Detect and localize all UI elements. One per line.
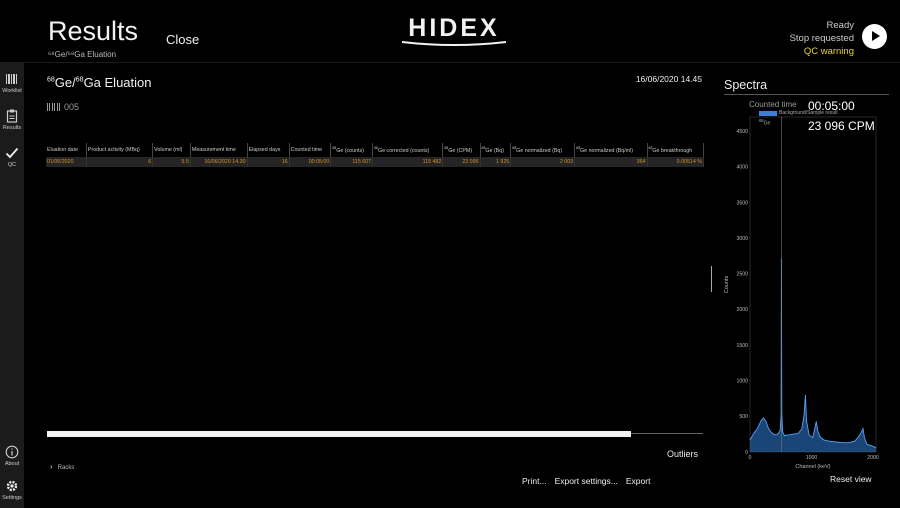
- sidebar-item-label: QC: [7, 162, 17, 168]
- y-tick-label: 500: [739, 414, 748, 420]
- column-header[interactable]: Volume (ml): [152, 143, 191, 157]
- sidebar-item-worklist[interactable]: Worklist: [0, 72, 24, 94]
- sidebar-item-label: Worklist: [2, 88, 22, 94]
- y-tick-label: 2000: [736, 307, 748, 313]
- table-cell: 16/06/2020 14.30: [190, 157, 248, 167]
- y-tick-label: 2500: [736, 272, 748, 278]
- sidebar-item-qc[interactable]: QC: [0, 146, 24, 168]
- table-cell: 2 003: [510, 157, 576, 167]
- spectrum-area: [750, 258, 876, 452]
- column-header[interactable]: Elapsed days: [247, 143, 290, 157]
- legend-swatch: [759, 111, 777, 116]
- legend-label: Background/Sample result: [779, 110, 838, 116]
- column-header[interactable]: 68Ge normalized (Bq/ml): [574, 143, 648, 157]
- table-cell: 01/06/2020: [46, 157, 87, 167]
- plot-frame: [749, 116, 877, 453]
- table-cell: 5.5: [152, 157, 191, 167]
- export-button[interactable]: Export: [626, 476, 651, 486]
- sidebar-item-label: Results: [2, 125, 22, 131]
- header-bar: Results ⁶⁸Ge/⁶⁸Ga Eluation Close HIDEX R…: [0, 0, 900, 62]
- barcode-icon: [6, 74, 17, 84]
- sidebar: Worklist Results QC About Settings: [0, 62, 24, 508]
- sidebar-item-label: Settings: [2, 495, 22, 501]
- spectrum-line: [749, 258, 877, 449]
- barcode-text: 005: [64, 102, 80, 112]
- table-cell: 6: [86, 157, 154, 167]
- checkmark-icon: [5, 147, 19, 159]
- table-cell: 115 607: [330, 157, 374, 167]
- table-cell: 23 096: [442, 157, 481, 167]
- outliers-button[interactable]: Outliers: [667, 449, 698, 459]
- counted-time-label: Counted time: [749, 100, 797, 109]
- table-header-row: Eluation date Product activity (MBq) Volum…: [46, 143, 704, 157]
- panel-splitter[interactable]: [711, 266, 712, 292]
- status-area: Ready Stop requested QC warning: [790, 19, 854, 58]
- page-title: Results: [48, 16, 139, 46]
- table-cell: 16: [247, 157, 290, 167]
- y-tick-label: 3000: [736, 236, 748, 242]
- progress-bar-fill: [47, 431, 631, 437]
- spectra-panel: Spectra 0 500 1000 1500 2000 2500 3000 3500 4000…: [711, 62, 900, 508]
- column-header[interactable]: Counted time: [289, 143, 332, 157]
- x-axis-label: Channel (keV): [795, 464, 830, 470]
- table-cell: 115 482: [372, 157, 444, 167]
- print-button[interactable]: Print...: [522, 476, 547, 486]
- gear-icon: [6, 480, 18, 492]
- play-button[interactable]: [862, 24, 887, 49]
- status-qc-warning: QC warning: [803, 46, 854, 57]
- x-tick-label: 0: [749, 455, 752, 461]
- column-header[interactable]: Product activity (MBq): [86, 143, 154, 157]
- column-header[interactable]: Measurement time: [190, 143, 248, 157]
- status-stop-requested: Stop requested: [789, 33, 854, 44]
- barcode-icon: [47, 103, 60, 111]
- logo-text: HIDEX: [408, 14, 499, 42]
- column-header[interactable]: 68Ge (CPM): [442, 143, 481, 157]
- x-tick-label: 1000: [806, 455, 818, 461]
- column-header[interactable]: 68Ge normalized (Bq): [510, 143, 576, 157]
- content-title: 68Ge/68Ga Eluation: [47, 75, 152, 90]
- measurement-date: 16/06/2020 14.45: [635, 74, 702, 84]
- table-cell: 1 925: [480, 157, 512, 167]
- column-header[interactable]: 68Ge (Bq): [480, 143, 512, 157]
- y-tick-label: 1500: [736, 343, 748, 349]
- results-table: Eluation date Product activity (MBq) Volum…: [46, 143, 704, 167]
- hidex-logo: HIDEX: [402, 14, 506, 46]
- close-button[interactable]: Close: [166, 32, 199, 47]
- export-settings-button[interactable]: Export settings...: [555, 476, 618, 486]
- page-subtitle: ⁶⁸Ge/⁶⁸Ga Eluation: [48, 50, 117, 59]
- racks-expander[interactable]: › Racks: [50, 462, 74, 471]
- status-ready: Ready: [826, 20, 854, 31]
- table-cell: 0.00514 %: [647, 157, 704, 167]
- x-tick-label: 2000: [867, 455, 879, 461]
- y-tick-label: 4000: [736, 165, 748, 171]
- info-icon: [5, 445, 19, 459]
- sample-barcode: 005: [47, 102, 79, 112]
- column-header[interactable]: 68Ge (counts): [330, 143, 374, 157]
- reset-view-button[interactable]: Reset view: [830, 474, 872, 484]
- column-header[interactable]: 68Ge breakthrough: [647, 143, 704, 157]
- y-tick-label: 1000: [736, 379, 748, 385]
- sidebar-item-results[interactable]: Results: [0, 109, 24, 131]
- column-header[interactable]: 68Ge corrected (counts): [372, 143, 444, 157]
- table-body: 01/06/2020 6 5.5 16/06/2020 14.30 16 00:05:00…: [46, 157, 704, 167]
- table-row[interactable]: 01/06/2020 6 5.5 16/06/2020 14.30 16 00:05:00…: [46, 157, 704, 167]
- sidebar-item-label: About: [4, 461, 20, 467]
- sidebar-item-about[interactable]: About: [0, 445, 24, 467]
- column-header[interactable]: Eluation date: [46, 143, 87, 157]
- results-content: 68Ge/68Ga Eluation 16/06/2020 14.45 005 …: [24, 62, 714, 508]
- y-axis-label: Counts: [724, 276, 730, 294]
- table-cell: 00:05:00: [289, 157, 332, 167]
- clipboard-icon: [6, 109, 18, 123]
- y-tick-label: 3500: [736, 200, 748, 206]
- chevron-right-icon: ›: [50, 462, 53, 471]
- sidebar-item-settings[interactable]: Settings: [0, 479, 24, 501]
- y-tick-label: 4500: [736, 129, 748, 135]
- ge-label: 68Ge: [759, 118, 771, 127]
- footer-actions: Print... Export settings... Export: [522, 476, 650, 486]
- table-cell: 364: [574, 157, 648, 167]
- ge-cpm-value: 23 096 CPM: [808, 119, 875, 133]
